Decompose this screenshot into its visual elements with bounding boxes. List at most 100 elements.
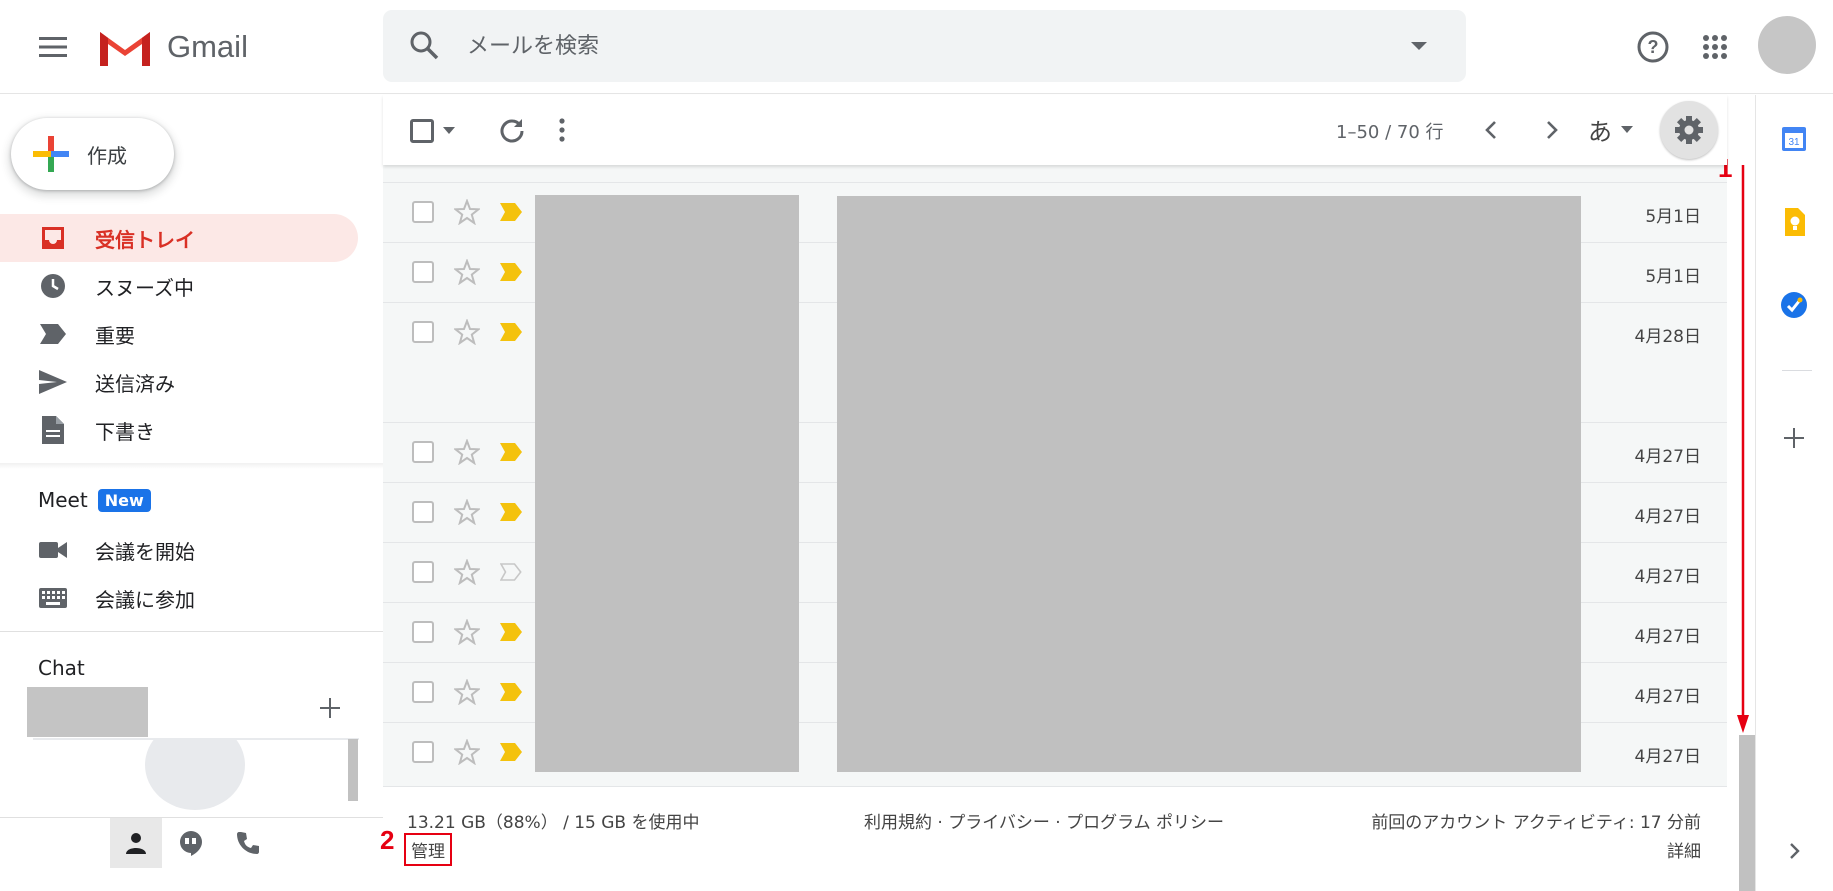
sidebar-item-label: 会議に参加 xyxy=(95,587,195,612)
chat-section-heading: Chat xyxy=(38,656,85,680)
account-avatar[interactable] xyxy=(1758,16,1816,74)
star-icon[interactable] xyxy=(454,259,480,285)
row-checkbox[interactable] xyxy=(412,741,434,763)
important-marker-icon[interactable] xyxy=(500,263,522,281)
important-marker-icon[interactable] xyxy=(500,743,522,761)
row-checkbox[interactable] xyxy=(412,201,434,223)
keep-button[interactable] xyxy=(1773,201,1815,243)
tab-people[interactable] xyxy=(110,818,162,868)
keep-icon xyxy=(1785,208,1805,236)
manage-storage-link[interactable]: 管理 xyxy=(404,833,452,866)
activity-details-link[interactable]: 詳細 xyxy=(1667,837,1701,862)
star-icon[interactable] xyxy=(454,559,480,585)
email-date: 5月1日 xyxy=(1645,207,1701,227)
meet-join-meeting[interactable]: 会議に参加 xyxy=(0,574,358,622)
sidebar-item-drafts[interactable]: 下書き xyxy=(0,406,358,454)
important-marker-icon[interactable] xyxy=(500,503,522,521)
sidebar-item-inbox[interactable]: 受信トレイ xyxy=(0,214,358,262)
chevron-right-icon xyxy=(1790,843,1800,859)
row-checkbox[interactable] xyxy=(412,501,434,523)
search-input[interactable] xyxy=(467,24,1367,68)
chat-scrollbar[interactable] xyxy=(348,739,358,801)
email-date: 4月28日 xyxy=(1634,327,1701,347)
calendar-icon: 31 xyxy=(1782,127,1806,151)
sidebar-item-label: 下書き xyxy=(95,419,155,444)
row-checkbox[interactable] xyxy=(412,621,434,643)
sidebar: 作成 受信トレイ スヌーズ中 重要 送信済み 下書き Meet New 会議を開… xyxy=(0,95,383,891)
search-icon[interactable] xyxy=(409,30,439,60)
important-icon xyxy=(38,324,68,344)
select-all-checkbox[interactable] xyxy=(410,119,434,143)
star-icon[interactable] xyxy=(454,439,480,465)
svg-text:31: 31 xyxy=(1788,137,1800,148)
row-checkbox[interactable] xyxy=(412,321,434,343)
gmail-m-icon xyxy=(100,32,150,66)
legal-links[interactable]: 利用規約 · プライバシー · プログラム ポリシー xyxy=(864,808,1224,833)
add-chat-icon[interactable] xyxy=(320,698,340,718)
important-marker-icon[interactable] xyxy=(500,323,522,341)
email-row-partial[interactable] xyxy=(383,165,1727,183)
list-toolbar: 1–50 / 70 行 あ xyxy=(383,95,1727,165)
compose-button[interactable]: 作成 xyxy=(11,118,174,190)
person-icon xyxy=(126,833,146,854)
search-options-icon[interactable] xyxy=(1409,36,1429,56)
more-options-icon[interactable] xyxy=(557,115,567,145)
annotation-step-2: 2 xyxy=(380,825,395,855)
important-marker-icon[interactable] xyxy=(500,623,522,641)
chat-panel xyxy=(33,738,359,828)
important-marker-icon[interactable] xyxy=(500,443,522,461)
important-marker-icon[interactable] xyxy=(500,203,522,221)
help-button[interactable]: ? xyxy=(1628,22,1678,72)
send-icon xyxy=(38,370,68,394)
search-bar[interactable] xyxy=(383,10,1466,82)
new-badge: New xyxy=(97,488,151,512)
tasks-button[interactable] xyxy=(1773,284,1815,326)
email-date: 4月27日 xyxy=(1634,507,1701,527)
star-icon[interactable] xyxy=(454,319,480,345)
sidebar-item-important[interactable]: 重要 xyxy=(0,310,358,358)
sidebar-item-label: スヌーズ中 xyxy=(95,275,194,300)
chevron-down-icon xyxy=(1621,125,1633,133)
row-checkbox[interactable] xyxy=(412,441,434,463)
compose-label: 作成 xyxy=(87,143,127,168)
side-panel-divider xyxy=(1782,370,1812,371)
compose-plus-icon xyxy=(33,136,69,172)
google-apps-button[interactable] xyxy=(1690,22,1740,72)
not-important-marker-icon[interactable] xyxy=(500,563,522,581)
star-icon[interactable] xyxy=(454,199,480,225)
important-marker-icon[interactable] xyxy=(500,683,522,701)
chat-contact-redacted[interactable] xyxy=(27,687,148,737)
pagination-info: 1–50 / 70 行 xyxy=(1336,122,1444,143)
row-checkbox[interactable] xyxy=(412,681,434,703)
star-icon[interactable] xyxy=(454,619,480,645)
star-icon[interactable] xyxy=(454,499,480,525)
calendar-button[interactable]: 31 xyxy=(1773,117,1815,159)
meet-start-meeting[interactable]: 会議を開始 xyxy=(0,526,358,574)
sidebar-divider xyxy=(0,463,383,469)
tab-hangouts[interactable] xyxy=(165,818,217,868)
row-checkbox[interactable] xyxy=(412,261,434,283)
chevron-right-icon[interactable] xyxy=(1536,115,1566,145)
sidebar-item-sent[interactable]: 送信済み xyxy=(0,358,358,406)
gmail-logo[interactable]: Gmail xyxy=(97,22,248,72)
sidebar-item-snoozed[interactable]: スヌーズ中 xyxy=(0,262,358,310)
sidebar-item-label: 会議を開始 xyxy=(95,539,195,564)
expand-panel-button[interactable] xyxy=(1773,830,1815,872)
add-addon-button[interactable] xyxy=(1773,417,1815,459)
keyboard-icon xyxy=(38,588,68,608)
star-icon[interactable] xyxy=(454,739,480,765)
email-date: 4月27日 xyxy=(1634,627,1701,647)
input-tools-button[interactable]: あ xyxy=(1588,112,1634,147)
scrollbar-thumb[interactable] xyxy=(1739,735,1755,891)
select-dropdown-icon[interactable] xyxy=(442,126,456,136)
row-checkbox[interactable] xyxy=(412,561,434,583)
settings-button[interactable] xyxy=(1660,101,1718,159)
star-icon[interactable] xyxy=(454,679,480,705)
email-date: 4月27日 xyxy=(1634,567,1701,587)
main-menu-button[interactable] xyxy=(28,22,78,72)
tab-phone[interactable] xyxy=(222,818,274,868)
side-panel: 31 xyxy=(1755,95,1833,891)
refresh-icon[interactable] xyxy=(497,115,527,145)
plus-icon xyxy=(1784,428,1804,448)
chevron-left-icon[interactable] xyxy=(1477,115,1507,145)
